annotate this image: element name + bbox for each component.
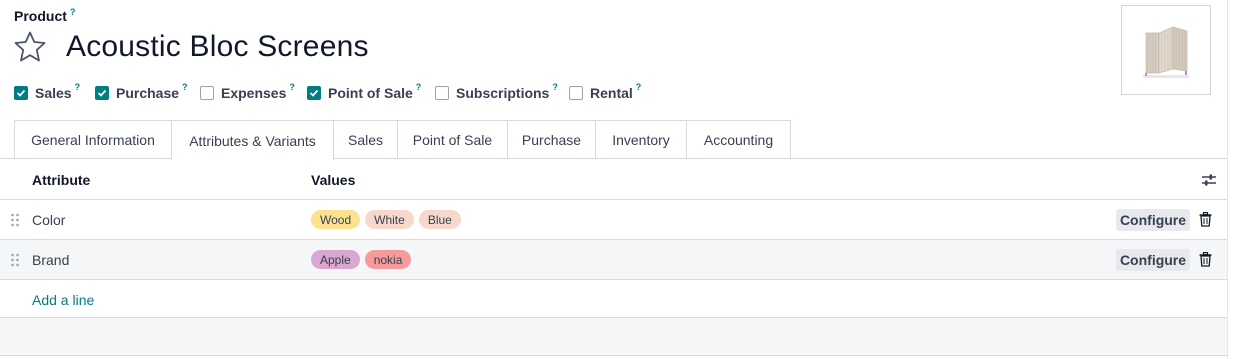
- help-tooltip-icon[interactable]: ?: [289, 82, 295, 92]
- checkbox-checked-icon[interactable]: [95, 86, 109, 100]
- option-label: Subscriptions: [456, 85, 550, 101]
- value-tag[interactable]: nokia: [364, 250, 412, 269]
- value-tag[interactable]: Wood: [311, 210, 361, 229]
- column-settings-icon[interactable]: [1201, 172, 1217, 188]
- column-header-attribute[interactable]: Attribute: [32, 172, 90, 188]
- help-tooltip-icon[interactable]: ?: [75, 82, 81, 92]
- add-line-link[interactable]: Add a line: [32, 292, 94, 308]
- column-header-values[interactable]: Values: [311, 172, 355, 188]
- product-label: Product?: [14, 7, 76, 24]
- help-tooltip-icon[interactable]: ?: [416, 82, 422, 92]
- attribute-values[interactable]: Apple nokia: [311, 250, 412, 269]
- checkbox-checked-icon[interactable]: [14, 86, 28, 100]
- attribute-values[interactable]: Wood White Blue: [311, 210, 461, 229]
- tab-attributes-variants[interactable]: Attributes & Variants: [171, 120, 334, 160]
- product-label-text: Product: [14, 8, 67, 24]
- option-label: Rental: [590, 85, 633, 101]
- configure-button[interactable]: Configure: [1116, 209, 1190, 231]
- table-header: Attribute Values: [0, 159, 1227, 200]
- attribute-name[interactable]: Color: [32, 212, 65, 228]
- value-tag[interactable]: Blue: [418, 210, 461, 229]
- product-image[interactable]: [1121, 5, 1211, 95]
- drag-handle-icon[interactable]: [10, 213, 20, 227]
- star-icon[interactable]: [13, 30, 47, 64]
- option-label: Sales: [35, 85, 72, 101]
- product-name[interactable]: Acoustic Bloc Screens: [66, 30, 369, 64]
- table-row[interactable]: Brand Apple nokia Configure: [0, 240, 1227, 280]
- trash-icon[interactable]: [1199, 252, 1212, 267]
- trash-icon[interactable]: [1199, 212, 1212, 227]
- option-label: Point of Sale: [328, 85, 413, 101]
- checkbox-unchecked-icon[interactable]: [200, 86, 214, 100]
- option-label: Expenses: [221, 85, 287, 101]
- add-line-row: Add a line: [0, 280, 1227, 318]
- empty-row: [0, 318, 1227, 356]
- drag-handle-icon[interactable]: [10, 253, 20, 267]
- option-label: Purchase: [116, 85, 180, 101]
- option-rental[interactable]: Rental?: [569, 82, 642, 102]
- configure-button[interactable]: Configure: [1116, 249, 1190, 271]
- attribute-name[interactable]: Brand: [32, 252, 69, 268]
- help-tooltip-icon[interactable]: ?: [182, 82, 188, 92]
- value-tag[interactable]: Apple: [311, 250, 360, 269]
- table-row[interactable]: Color Wood White Blue Configure: [0, 200, 1227, 240]
- form-right-border: [1227, 0, 1228, 359]
- option-sales[interactable]: Sales?: [14, 82, 81, 102]
- checkbox-unchecked-icon[interactable]: [569, 86, 583, 100]
- acoustic-screen-image-icon: [1143, 26, 1189, 78]
- option-purchase[interactable]: Purchase?: [95, 82, 188, 102]
- option-point-of-sale[interactable]: Point of Sale?: [307, 82, 422, 102]
- checkbox-checked-icon[interactable]: [307, 86, 321, 100]
- option-expenses[interactable]: Expenses?: [200, 82, 295, 102]
- help-tooltip-icon[interactable]: ?: [552, 82, 558, 92]
- checkbox-unchecked-icon[interactable]: [435, 86, 449, 100]
- help-tooltip-icon[interactable]: ?: [70, 7, 76, 17]
- option-subscriptions[interactable]: Subscriptions?: [435, 82, 558, 102]
- tab-purchase[interactable]: Purchase: [507, 120, 596, 159]
- tab-general-information[interactable]: General Information: [14, 120, 172, 159]
- help-tooltip-icon[interactable]: ?: [636, 82, 642, 92]
- tab-point-of-sale[interactable]: Point of Sale: [397, 120, 508, 159]
- tab-accounting[interactable]: Accounting: [686, 120, 791, 159]
- tab-inventory[interactable]: Inventory: [595, 120, 687, 159]
- tab-sales[interactable]: Sales: [333, 120, 398, 159]
- attribute-lines-table: Attribute Values Color Wood White Blue C…: [0, 159, 1227, 356]
- value-tag[interactable]: White: [365, 210, 414, 229]
